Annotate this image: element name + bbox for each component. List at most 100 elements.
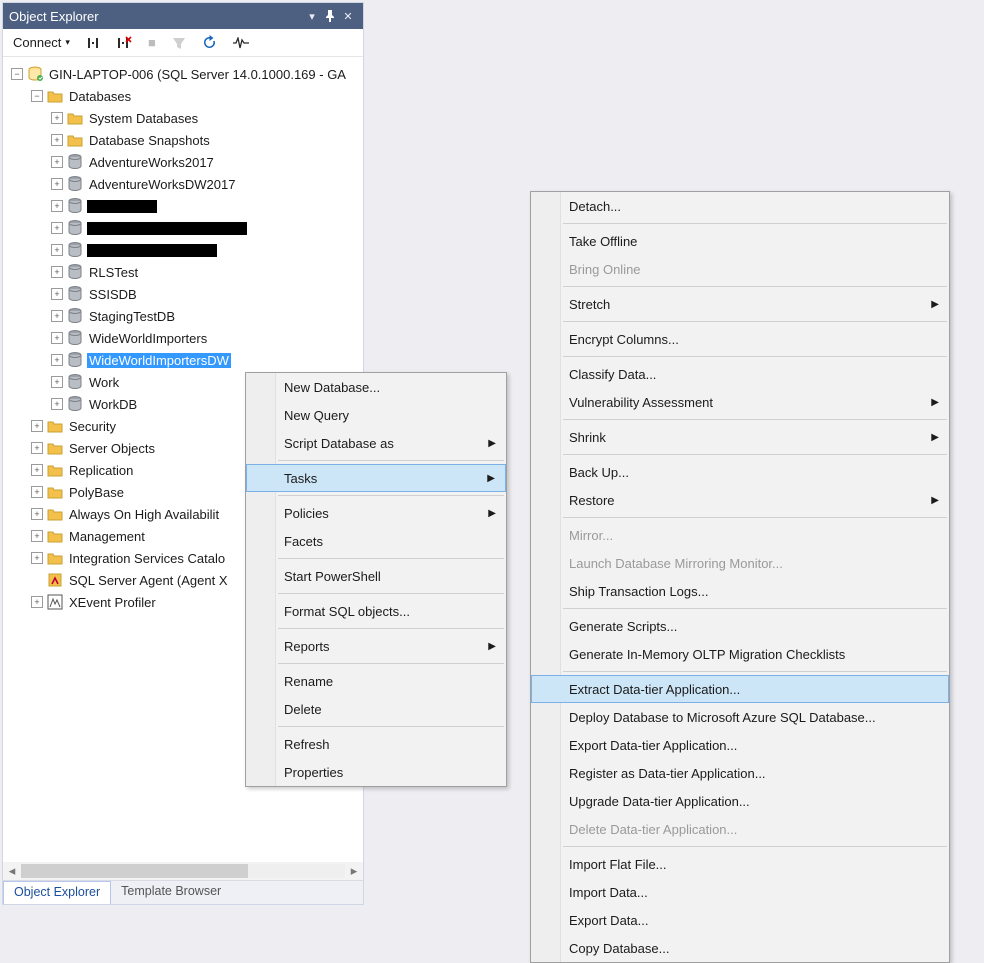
expander-icon[interactable]: − [31, 90, 43, 102]
expander-icon[interactable]: + [51, 244, 63, 256]
menu-item[interactable]: Rename [246, 667, 506, 695]
submenu-arrow-icon: ▶ [931, 397, 939, 408]
tab-template-browser[interactable]: Template Browser [111, 881, 231, 904]
tree-node[interactable]: + [5, 239, 363, 261]
menu-item[interactable]: Delete [246, 695, 506, 723]
panel-tabs: Object Explorer Template Browser [3, 880, 363, 904]
menu-item[interactable]: Extract Data-tier Application... [531, 675, 949, 703]
menu-item[interactable]: Copy Database... [531, 934, 949, 962]
expander-icon[interactable]: + [51, 332, 63, 344]
menu-item[interactable]: Start PowerShell [246, 562, 506, 590]
expander-icon[interactable]: + [31, 442, 43, 454]
disconnect-all-icon[interactable] [110, 34, 138, 52]
db-icon [67, 308, 83, 324]
tree-node[interactable]: + [5, 217, 363, 239]
horizontal-scrollbar[interactable]: ◂ ▸ [3, 862, 363, 880]
tree-node[interactable]: +AdventureWorksDW2017 [5, 173, 363, 195]
menu-item[interactable]: Detach... [531, 192, 949, 220]
expander-icon[interactable]: + [51, 376, 63, 388]
expander-icon[interactable]: + [31, 464, 43, 476]
menu-item[interactable]: Stretch▶ [531, 290, 949, 318]
menu-item[interactable]: Shrink▶ [531, 423, 949, 451]
tree-node[interactable]: +RLSTest [5, 261, 363, 283]
expander-icon[interactable]: + [51, 398, 63, 410]
menu-item[interactable]: Generate In-Memory OLTP Migration Checkl… [531, 640, 949, 668]
pin-icon[interactable] [321, 10, 339, 22]
menu-item[interactable]: Back Up... [531, 458, 949, 486]
menu-item[interactable]: Register as Data-tier Application... [531, 759, 949, 787]
menu-item[interactable]: Export Data-tier Application... [531, 731, 949, 759]
menu-item[interactable]: Vulnerability Assessment▶ [531, 388, 949, 416]
tree-node[interactable]: +WideWorldImportersDW [5, 349, 363, 371]
menu-item[interactable]: Deploy Database to Microsoft Azure SQL D… [531, 703, 949, 731]
expander-icon[interactable]: + [51, 354, 63, 366]
expander-icon[interactable]: + [31, 508, 43, 520]
expander-icon[interactable]: + [31, 596, 43, 608]
expander-icon[interactable]: + [31, 420, 43, 432]
window-dropdown-icon[interactable]: ▾ [303, 10, 321, 23]
disconnect-icon[interactable] [80, 34, 106, 52]
expander-icon[interactable]: + [31, 530, 43, 542]
tree-node[interactable]: +AdventureWorks2017 [5, 151, 363, 173]
menu-item[interactable]: New Query [246, 401, 506, 429]
menu-item[interactable]: Tasks▶ [246, 464, 506, 492]
menu-item[interactable]: Refresh [246, 730, 506, 758]
expander-icon[interactable]: + [51, 288, 63, 300]
menu-item[interactable]: Take Offline [531, 227, 949, 255]
tree-node[interactable]: −GIN-LAPTOP-006 (SQL Server 14.0.1000.16… [5, 63, 363, 85]
expander-icon[interactable]: + [51, 200, 63, 212]
expander-icon[interactable]: + [31, 486, 43, 498]
menu-item[interactable]: New Database... [246, 373, 506, 401]
menu-item[interactable]: Upgrade Data-tier Application... [531, 787, 949, 815]
refresh-icon[interactable] [196, 33, 223, 52]
menu-item[interactable]: Classify Data... [531, 360, 949, 388]
menu-item[interactable]: Format SQL objects... [246, 597, 506, 625]
expander-icon[interactable]: + [31, 552, 43, 564]
tab-object-explorer[interactable]: Object Explorer [3, 881, 111, 904]
menu-item-label: Start PowerShell [284, 569, 381, 584]
tree-node[interactable]: +SSISDB [5, 283, 363, 305]
tree-node[interactable]: −Databases [5, 85, 363, 107]
expander-icon[interactable]: + [51, 178, 63, 190]
tasks-submenu: Detach... Take OfflineBring Online Stretch… [530, 191, 950, 963]
expander-icon[interactable]: + [51, 134, 63, 146]
menu-item[interactable]: Policies▶ [246, 499, 506, 527]
menu-separator [563, 671, 947, 672]
menu-item-label: Shrink [569, 430, 606, 445]
expander-icon[interactable]: + [51, 310, 63, 322]
menu-item[interactable]: Import Data... [531, 878, 949, 906]
menu-item[interactable]: Encrypt Columns... [531, 325, 949, 353]
expander-icon[interactable]: + [51, 156, 63, 168]
expander-icon[interactable]: + [51, 222, 63, 234]
menu-separator [563, 321, 947, 322]
tree-node[interactable]: +WideWorldImporters [5, 327, 363, 349]
scroll-left-icon[interactable]: ◂ [3, 863, 21, 879]
menu-item[interactable]: Facets [246, 527, 506, 555]
tree-node[interactable]: +System Databases [5, 107, 363, 129]
menu-separator [563, 454, 947, 455]
menu-separator [563, 608, 947, 609]
menu-item[interactable]: Ship Transaction Logs... [531, 577, 949, 605]
menu-item[interactable]: Export Data... [531, 906, 949, 934]
menu-item[interactable]: Import Flat File... [531, 850, 949, 878]
menu-item[interactable]: Script Database as▶ [246, 429, 506, 457]
menu-item-label: Ship Transaction Logs... [569, 584, 708, 599]
close-icon[interactable]: ✕ [339, 10, 357, 23]
menu-item[interactable]: Restore▶ [531, 486, 949, 514]
expander-icon[interactable]: + [51, 112, 63, 124]
tree-node[interactable]: + [5, 195, 363, 217]
menu-item[interactable]: Reports▶ [246, 632, 506, 660]
menu-item-label: Classify Data... [569, 367, 656, 382]
connect-button[interactable]: Connect ▾ [7, 33, 76, 52]
expander-icon[interactable]: + [51, 266, 63, 278]
tree-label: PolyBase [67, 485, 126, 500]
tree-node[interactable]: +StagingTestDB [5, 305, 363, 327]
activity-monitor-icon[interactable] [227, 35, 255, 51]
expander-icon[interactable]: − [11, 68, 23, 80]
menu-item-label: Reports [284, 639, 330, 654]
menu-item[interactable]: Properties [246, 758, 506, 786]
scroll-right-icon[interactable]: ▸ [345, 863, 363, 879]
menu-item[interactable]: Generate Scripts... [531, 612, 949, 640]
menu-item: Bring Online [531, 255, 949, 283]
tree-node[interactable]: +Database Snapshots [5, 129, 363, 151]
